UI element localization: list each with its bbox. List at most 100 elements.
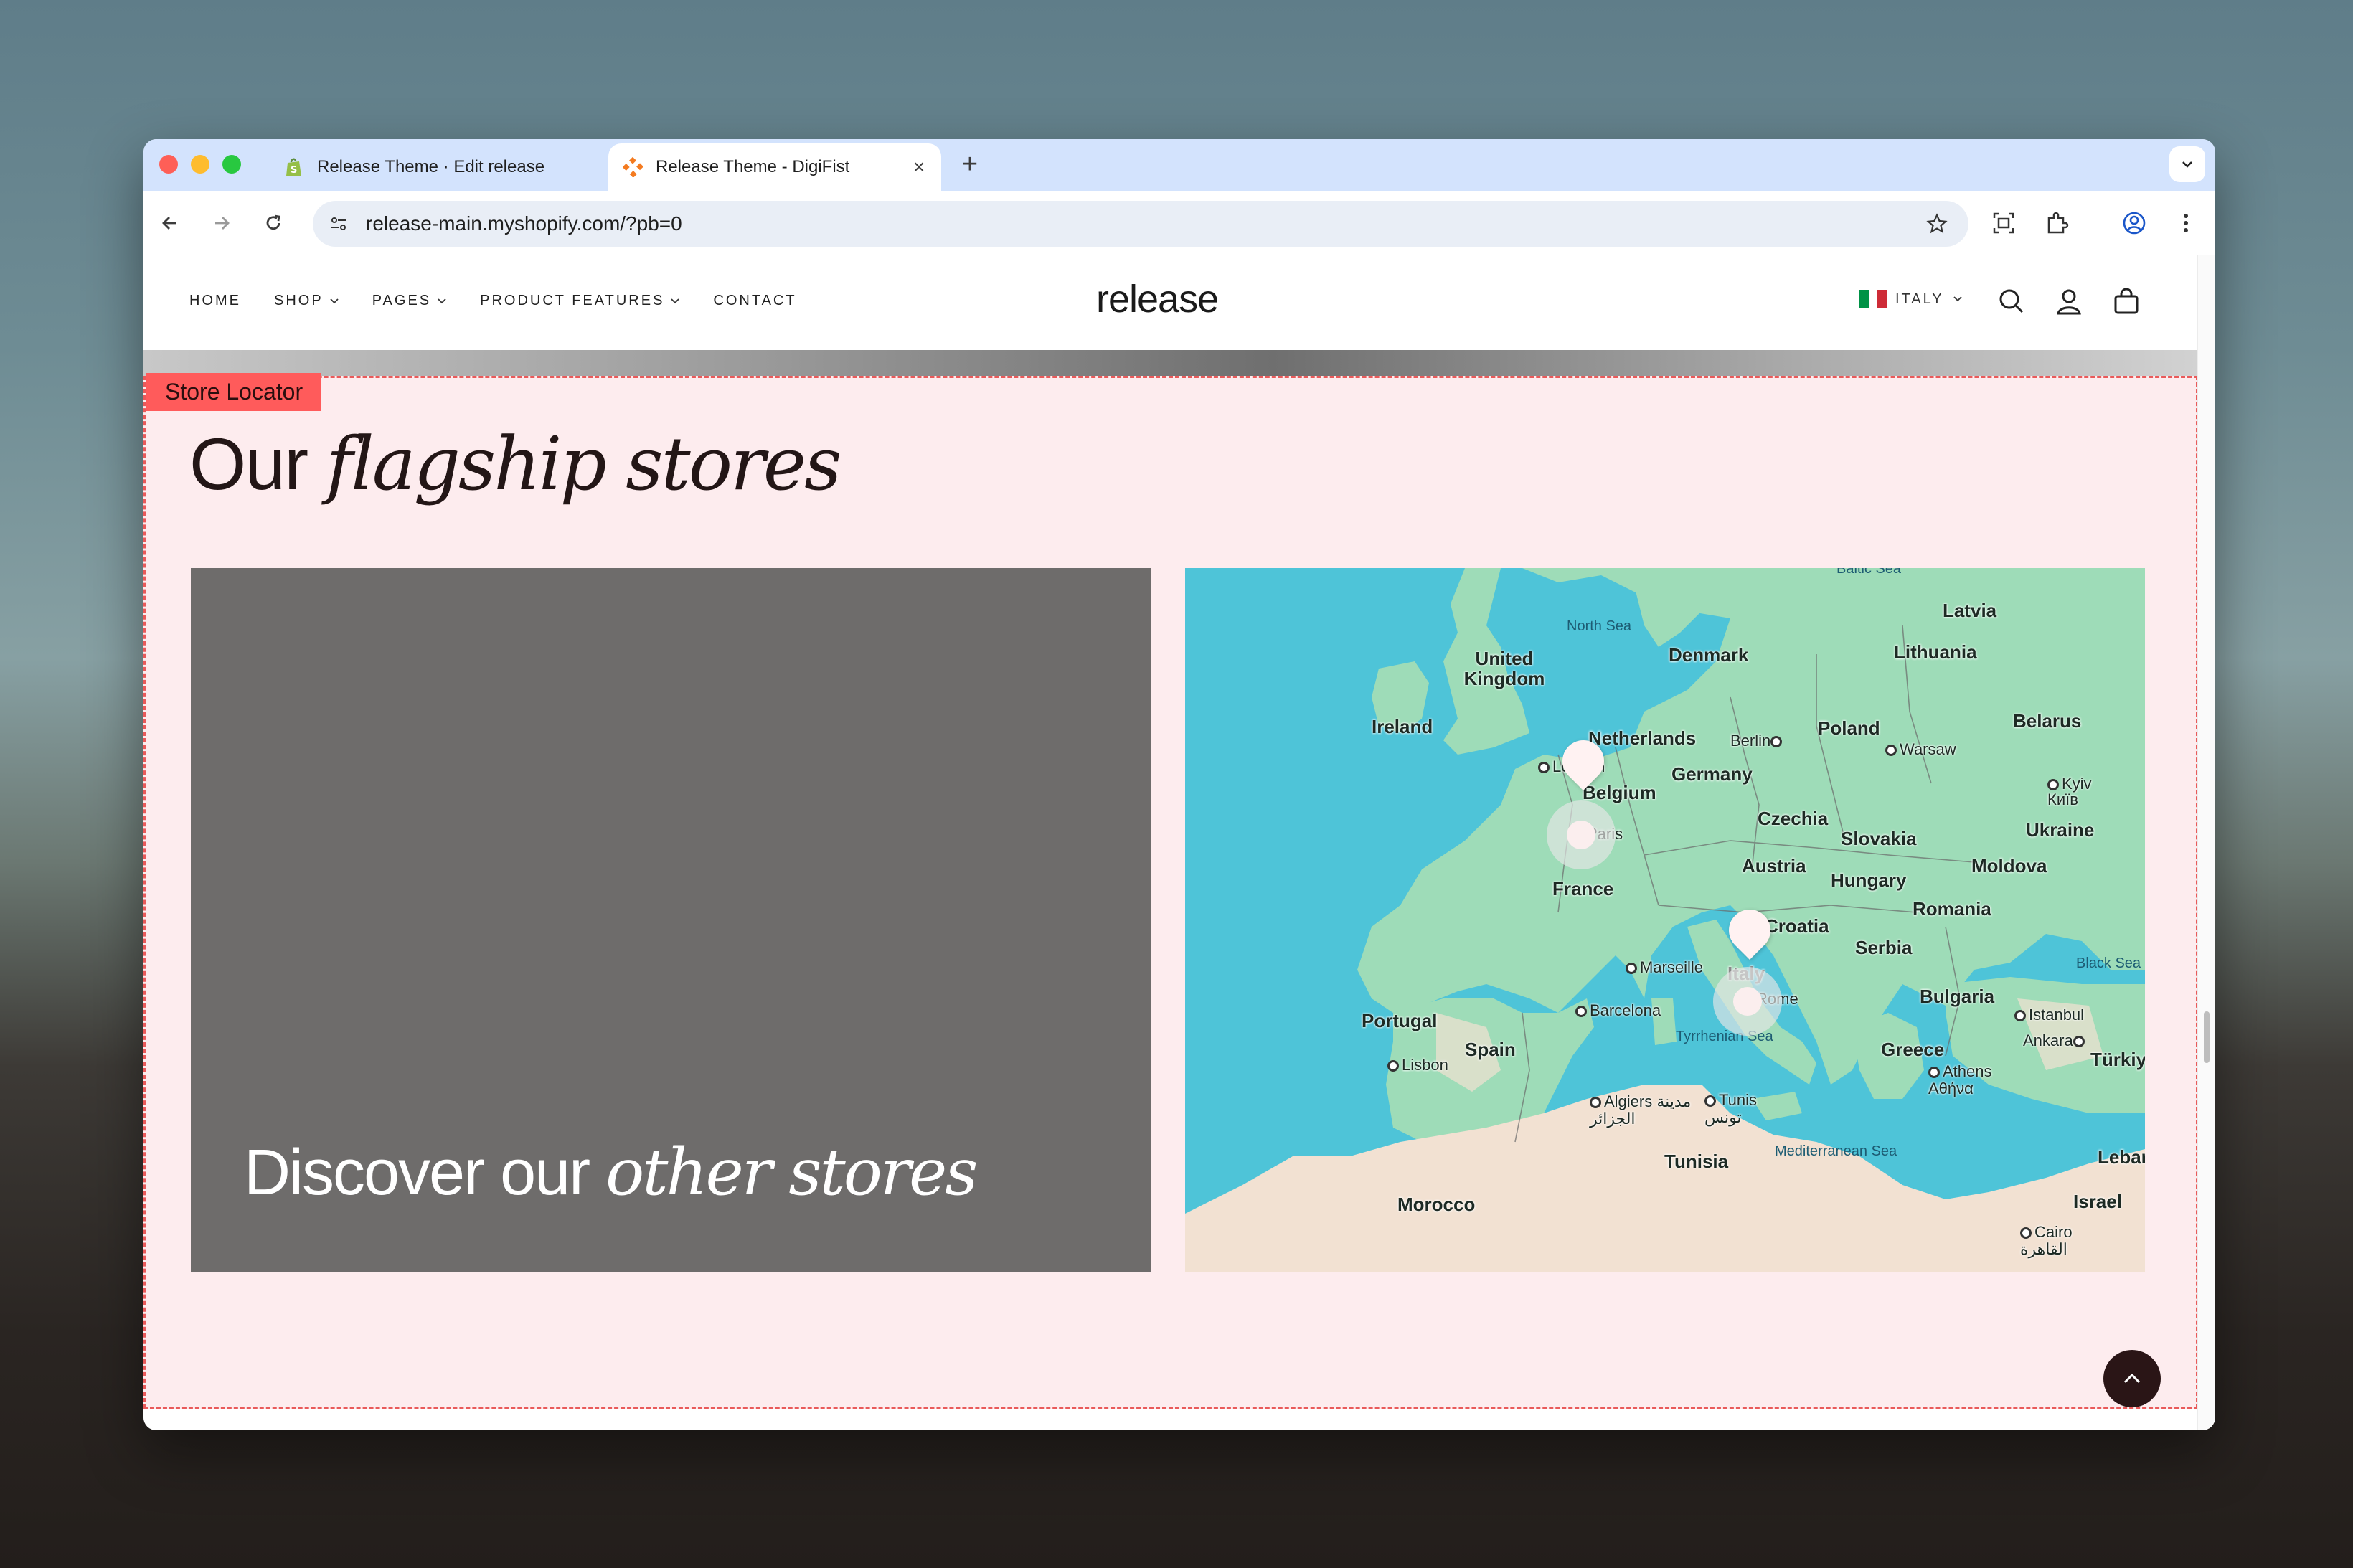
- account-icon[interactable]: [2052, 284, 2086, 318]
- menu-kebab-icon[interactable]: [2169, 207, 2202, 240]
- heading-plain: Our: [189, 423, 308, 505]
- map-country-label: Ireland: [1372, 716, 1433, 737]
- card-plain: Discover our: [244, 1137, 590, 1209]
- map-city-label: Istanbul: [2014, 1006, 2084, 1024]
- map-country-label: Latvia: [1943, 600, 1997, 621]
- nav-pages[interactable]: PAGES: [372, 293, 447, 309]
- search-icon[interactable]: [1994, 284, 2029, 318]
- map-country-label: Portugal: [1362, 1010, 1438, 1031]
- browser-window: S Release Theme · Edit release × Release…: [143, 139, 2215, 1430]
- tab-title: Release Theme - DigiFist: [656, 157, 850, 176]
- new-tab-button[interactable]: +: [954, 149, 986, 180]
- back-button[interactable]: [154, 207, 187, 240]
- digifist-icon: [623, 157, 643, 177]
- screenshot-icon[interactable]: [1987, 207, 2020, 240]
- map-sea-label: Baltic Sea: [1836, 568, 1902, 577]
- nav-label: CONTACT: [713, 293, 797, 308]
- store-cluster-rome[interactable]: [1713, 967, 1782, 1036]
- store-map[interactable]: North Sea Baltic Sea Black Sea Tyrrhenia…: [1185, 568, 2145, 1272]
- map-country-label: Romania: [1913, 898, 1991, 920]
- tab-search-button[interactable]: [2169, 146, 2205, 182]
- address-bar[interactable]: release-main.myshopify.com/?pb=0: [313, 201, 1968, 247]
- main-nav: HOME SHOP PAGES PRODUCT FEATURES CONTACT: [189, 293, 830, 309]
- maximize-window-button[interactable]: [222, 155, 241, 174]
- map-sea-label: Black Sea: [2076, 955, 2141, 971]
- card-italic: other stores: [605, 1135, 978, 1210]
- map-country-label: Lebanon: [2098, 1146, 2145, 1168]
- reload-button[interactable]: [257, 207, 290, 240]
- map-country-label: Croatia: [1765, 915, 1829, 937]
- map-country-label: Germany: [1671, 763, 1753, 785]
- browser-toolbar: release-main.myshopify.com/?pb=0: [143, 191, 2215, 257]
- back-to-top-button[interactable]: [2103, 1350, 2161, 1407]
- site-settings-icon[interactable]: [324, 209, 353, 238]
- cart-bag-icon[interactable]: [2109, 284, 2144, 318]
- scrollbar-thumb[interactable]: [2204, 1011, 2210, 1063]
- nav-contact[interactable]: CONTACT: [713, 293, 796, 309]
- extensions-icon[interactable]: [2040, 207, 2073, 240]
- map-city-label: Warsaw: [1885, 740, 1956, 759]
- map-city-label: Cairo القاهرة: [2020, 1223, 2073, 1258]
- map-country-label: Czechia: [1758, 808, 1829, 829]
- card-text: Discover our other stores: [244, 1135, 978, 1210]
- map-country-label: Bulgaria: [1920, 986, 1995, 1007]
- minimize-window-button[interactable]: [191, 155, 209, 174]
- reload-icon: [266, 214, 280, 230]
- site-header: HOME SHOP PAGES PRODUCT FEATURES CONTACT…: [143, 255, 2198, 350]
- map-country-label: Morocco: [1397, 1194, 1476, 1215]
- nav-label: PRODUCT FEATURES: [480, 293, 665, 308]
- chevron-down-icon: [330, 298, 339, 303]
- map-city-label: Kyiv Київ: [2047, 775, 2092, 808]
- page-scrollbar[interactable]: [2197, 255, 2215, 1430]
- map-country-label: Denmark: [1669, 644, 1749, 666]
- map-country-label: Moldova: [1971, 855, 2047, 877]
- chevron-down-icon: [671, 298, 680, 303]
- map-city-label: Tunis تونس: [1704, 1091, 1757, 1126]
- chevron-down-icon: [438, 298, 446, 303]
- heading-italic: flagship stores: [326, 422, 841, 507]
- nav-product-features[interactable]: PRODUCT FEATURES: [480, 293, 680, 309]
- map-country-label: Netherlands: [1588, 727, 1697, 749]
- section-badge: Store Locator: [146, 373, 322, 411]
- map-city-label: Ankara: [2023, 1031, 2088, 1050]
- store-cluster-paris[interactable]: [1547, 800, 1616, 869]
- browser-tab-digifist[interactable]: Release Theme - DigiFist ×: [608, 143, 941, 191]
- nav-label: SHOP: [274, 293, 324, 308]
- close-icon[interactable]: ×: [908, 156, 930, 179]
- nav-home[interactable]: HOME: [189, 293, 241, 309]
- profile-icon[interactable]: [2118, 207, 2151, 240]
- map-country-label: Lithuania: [1894, 641, 1977, 663]
- map-city-label: Marseille: [1626, 958, 1703, 977]
- page-content: HOME SHOP PAGES PRODUCT FEATURES CONTACT…: [143, 255, 2198, 1430]
- map-country-label: Tunisia: [1664, 1151, 1729, 1172]
- hero-image-edge: [143, 350, 2198, 376]
- map-country-label: France: [1552, 878, 1614, 899]
- bookmark-star-icon[interactable]: [1923, 209, 1951, 238]
- locale-selector[interactable]: ITALY: [1859, 290, 1963, 308]
- map-city-label: Barcelona: [1575, 1001, 1661, 1020]
- map-country-label: Belarus: [2013, 710, 2082, 732]
- nav-label: PAGES: [372, 293, 432, 308]
- map-country-label: Austria: [1742, 855, 1806, 877]
- map-city-label: Algiers مدينة الجزائر: [1590, 1092, 1692, 1128]
- map-country-label: Belgium: [1583, 782, 1656, 803]
- arrow-left-icon: [162, 217, 176, 230]
- map-country-label: Israel: [2073, 1191, 2122, 1212]
- map-country-label: Hungary: [1831, 869, 1907, 891]
- nav-shop[interactable]: SHOP: [274, 293, 339, 309]
- tab-strip: S Release Theme · Edit release × Release…: [143, 139, 2215, 191]
- map-city-label: Athens Αθήνα: [1928, 1062, 1992, 1097]
- map-country-label: Türkiye: [2090, 1049, 2145, 1070]
- forward-button[interactable]: [205, 207, 238, 240]
- map-country-label: Serbia: [1855, 937, 1913, 958]
- map-sea-label: North Sea: [1567, 618, 1632, 634]
- map-city-label: Lisbon: [1387, 1056, 1448, 1075]
- map-sea-label: Mediterranean Sea: [1775, 1143, 1897, 1159]
- chevron-down-icon: [1953, 296, 1962, 302]
- chevron-up-icon: [2123, 1373, 2141, 1384]
- other-stores-card[interactable]: Discover our other stores: [191, 568, 1151, 1272]
- map-city-label: Berlin: [1730, 732, 1785, 750]
- close-window-button[interactable]: [159, 155, 178, 174]
- italy-flag-icon: [1859, 290, 1887, 308]
- site-logo[interactable]: release: [1096, 277, 1219, 321]
